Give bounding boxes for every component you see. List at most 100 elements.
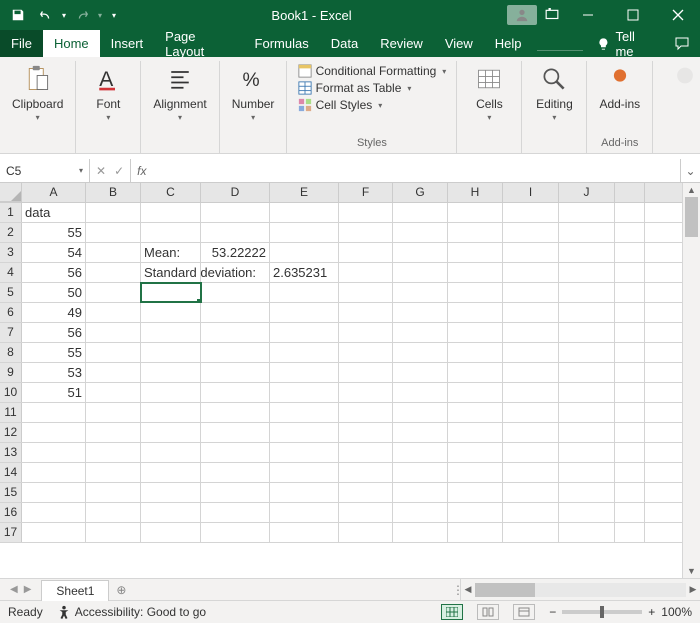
alignment-button[interactable]: Alignment▾ <box>149 63 210 124</box>
cell-G8[interactable] <box>393 343 448 362</box>
col-header-E[interactable]: E <box>270 183 339 202</box>
cell-B12[interactable] <box>86 423 141 442</box>
tab-data[interactable]: Data <box>320 30 369 57</box>
cell-D14[interactable] <box>201 463 270 482</box>
zoom-in-button[interactable]: + <box>648 605 655 619</box>
cell-A15[interactable] <box>22 483 86 502</box>
cell-G2[interactable] <box>393 223 448 242</box>
cell-extra-4[interactable] <box>615 263 645 282</box>
cell-D6[interactable] <box>201 303 270 322</box>
editing-button[interactable]: Editing▾ <box>530 63 578 124</box>
cell-H4[interactable] <box>448 263 503 282</box>
zoom-out-button[interactable]: − <box>549 605 556 619</box>
row-header-15[interactable]: 15 <box>0 483 22 502</box>
cell-C8[interactable] <box>141 343 201 362</box>
redo-dropdown[interactable]: ▾ <box>98 11 102 20</box>
cell-I4[interactable] <box>503 263 559 282</box>
cell-G15[interactable] <box>393 483 448 502</box>
formula-input[interactable] <box>152 159 680 182</box>
vscroll-thumb[interactable] <box>685 197 698 237</box>
extra-button[interactable] <box>661 63 700 113</box>
tab-help[interactable]: Help <box>484 30 533 57</box>
cell-extra-15[interactable] <box>615 483 645 502</box>
cell-B1[interactable] <box>86 203 141 222</box>
cell-A13[interactable] <box>22 443 86 462</box>
cell-I13[interactable] <box>503 443 559 462</box>
cell-I16[interactable] <box>503 503 559 522</box>
cell-D3[interactable]: 53.22222 <box>201 243 270 262</box>
cell-D9[interactable] <box>201 363 270 382</box>
cell-E13[interactable] <box>270 443 339 462</box>
scroll-up-arrow[interactable]: ▲ <box>683 183 700 197</box>
col-header-B[interactable]: B <box>86 183 141 202</box>
cell-C4[interactable]: Standard deviation: <box>141 263 201 282</box>
cell-J11[interactable] <box>559 403 615 422</box>
cell-A9[interactable]: 53 <box>22 363 86 382</box>
cell-G12[interactable] <box>393 423 448 442</box>
cell-E16[interactable] <box>270 503 339 522</box>
col-header-G[interactable]: G <box>393 183 448 202</box>
cell-D15[interactable] <box>201 483 270 502</box>
tell-me[interactable]: Tell me <box>587 30 663 57</box>
cell-D4[interactable] <box>201 263 270 282</box>
cell-C1[interactable] <box>141 203 201 222</box>
cell-H17[interactable] <box>448 523 503 542</box>
cell-B13[interactable] <box>86 443 141 462</box>
cell-J3[interactable] <box>559 243 615 262</box>
cell-D17[interactable] <box>201 523 270 542</box>
cell-D16[interactable] <box>201 503 270 522</box>
cell-D13[interactable] <box>201 443 270 462</box>
cell-J13[interactable] <box>559 443 615 462</box>
tab-formulas[interactable]: Formulas <box>244 30 320 57</box>
cell-D1[interactable] <box>201 203 270 222</box>
cell-extra-5[interactable] <box>615 283 645 302</box>
cell-J1[interactable] <box>559 203 615 222</box>
cell-F6[interactable] <box>339 303 393 322</box>
tab-view[interactable]: View <box>434 30 484 57</box>
cell-I10[interactable] <box>503 383 559 402</box>
cell-extra-7[interactable] <box>615 323 645 342</box>
cell-F10[interactable] <box>339 383 393 402</box>
cell-C14[interactable] <box>141 463 201 482</box>
cell-E5[interactable] <box>270 283 339 302</box>
cell-J14[interactable] <box>559 463 615 482</box>
col-header-J[interactable]: J <box>559 183 615 202</box>
save-button[interactable] <box>6 3 30 27</box>
cell-E12[interactable] <box>270 423 339 442</box>
cell-B17[interactable] <box>86 523 141 542</box>
horizontal-scrollbar[interactable]: ◀ ▶ <box>460 579 700 600</box>
cell-H5[interactable] <box>448 283 503 302</box>
cell-G17[interactable] <box>393 523 448 542</box>
cell-G9[interactable] <box>393 363 448 382</box>
cell-H1[interactable] <box>448 203 503 222</box>
cell-B3[interactable] <box>86 243 141 262</box>
cell-H8[interactable] <box>448 343 503 362</box>
row-header-3[interactable]: 3 <box>0 243 22 262</box>
cell-J4[interactable] <box>559 263 615 282</box>
row-header-1[interactable]: 1 <box>0 203 22 222</box>
cell-E7[interactable] <box>270 323 339 342</box>
cell-F5[interactable] <box>339 283 393 302</box>
add-sheet-button[interactable]: ⊕ <box>109 579 133 600</box>
cell-E6[interactable] <box>270 303 339 322</box>
cell-B6[interactable] <box>86 303 141 322</box>
cell-F3[interactable] <box>339 243 393 262</box>
row-header-10[interactable]: 10 <box>0 383 22 402</box>
scroll-down-arrow[interactable]: ▼ <box>683 564 700 578</box>
cell-E8[interactable] <box>270 343 339 362</box>
cell-E10[interactable] <box>270 383 339 402</box>
scroll-right-arrow[interactable]: ▶ <box>686 584 700 595</box>
number-button[interactable]: % Number▾ <box>228 63 279 124</box>
cell-B16[interactable] <box>86 503 141 522</box>
cell-J8[interactable] <box>559 343 615 362</box>
col-header-D[interactable]: D <box>201 183 270 202</box>
name-box[interactable]: C5▾ <box>0 159 90 182</box>
zoom-level[interactable]: 100% <box>661 605 692 619</box>
accessibility-status[interactable]: Accessibility: Good to go <box>57 605 206 619</box>
cell-D12[interactable] <box>201 423 270 442</box>
cell-B14[interactable] <box>86 463 141 482</box>
cell-E14[interactable] <box>270 463 339 482</box>
cell-B4[interactable] <box>86 263 141 282</box>
cell-F15[interactable] <box>339 483 393 502</box>
cell-C2[interactable] <box>141 223 201 242</box>
